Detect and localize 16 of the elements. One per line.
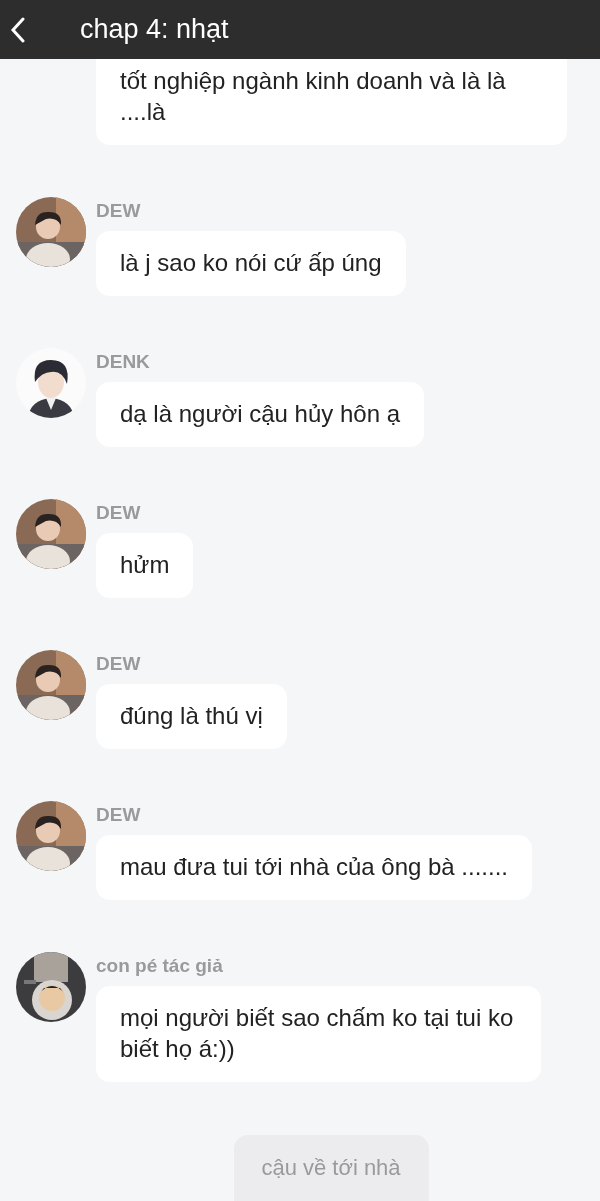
sender-name: DENK (96, 351, 150, 373)
back-icon[interactable] (10, 16, 26, 43)
message-bubble: là j sao ko nói cứ ấp úng (96, 231, 406, 296)
chapter-title: chap 4: nhạt (80, 14, 229, 45)
sender-name: con pé tác giả (96, 955, 223, 977)
message-bubble: tốt nghiệp ngành kinh doanh và là là ....là (96, 59, 567, 145)
message-bubble: đúng là thú vị (96, 684, 287, 749)
message-bubble: hửm (96, 533, 194, 598)
sender-name: DEW (96, 804, 141, 826)
message-bubble: mọi người biết sao chấm ko tại tui ko biết họ á:)) (96, 986, 541, 1082)
next-button[interactable]: cậu về tới nhà (233, 1135, 429, 1201)
message-bubble: mau đưa tui tới nhà của ông bà ....... (96, 835, 533, 900)
sender-name: DEW (96, 502, 141, 524)
sender-name: DEW (96, 653, 141, 675)
message-bubble: dạ là người cậu hủy hôn ạ (96, 382, 424, 447)
sender-name: DEW (96, 200, 141, 222)
